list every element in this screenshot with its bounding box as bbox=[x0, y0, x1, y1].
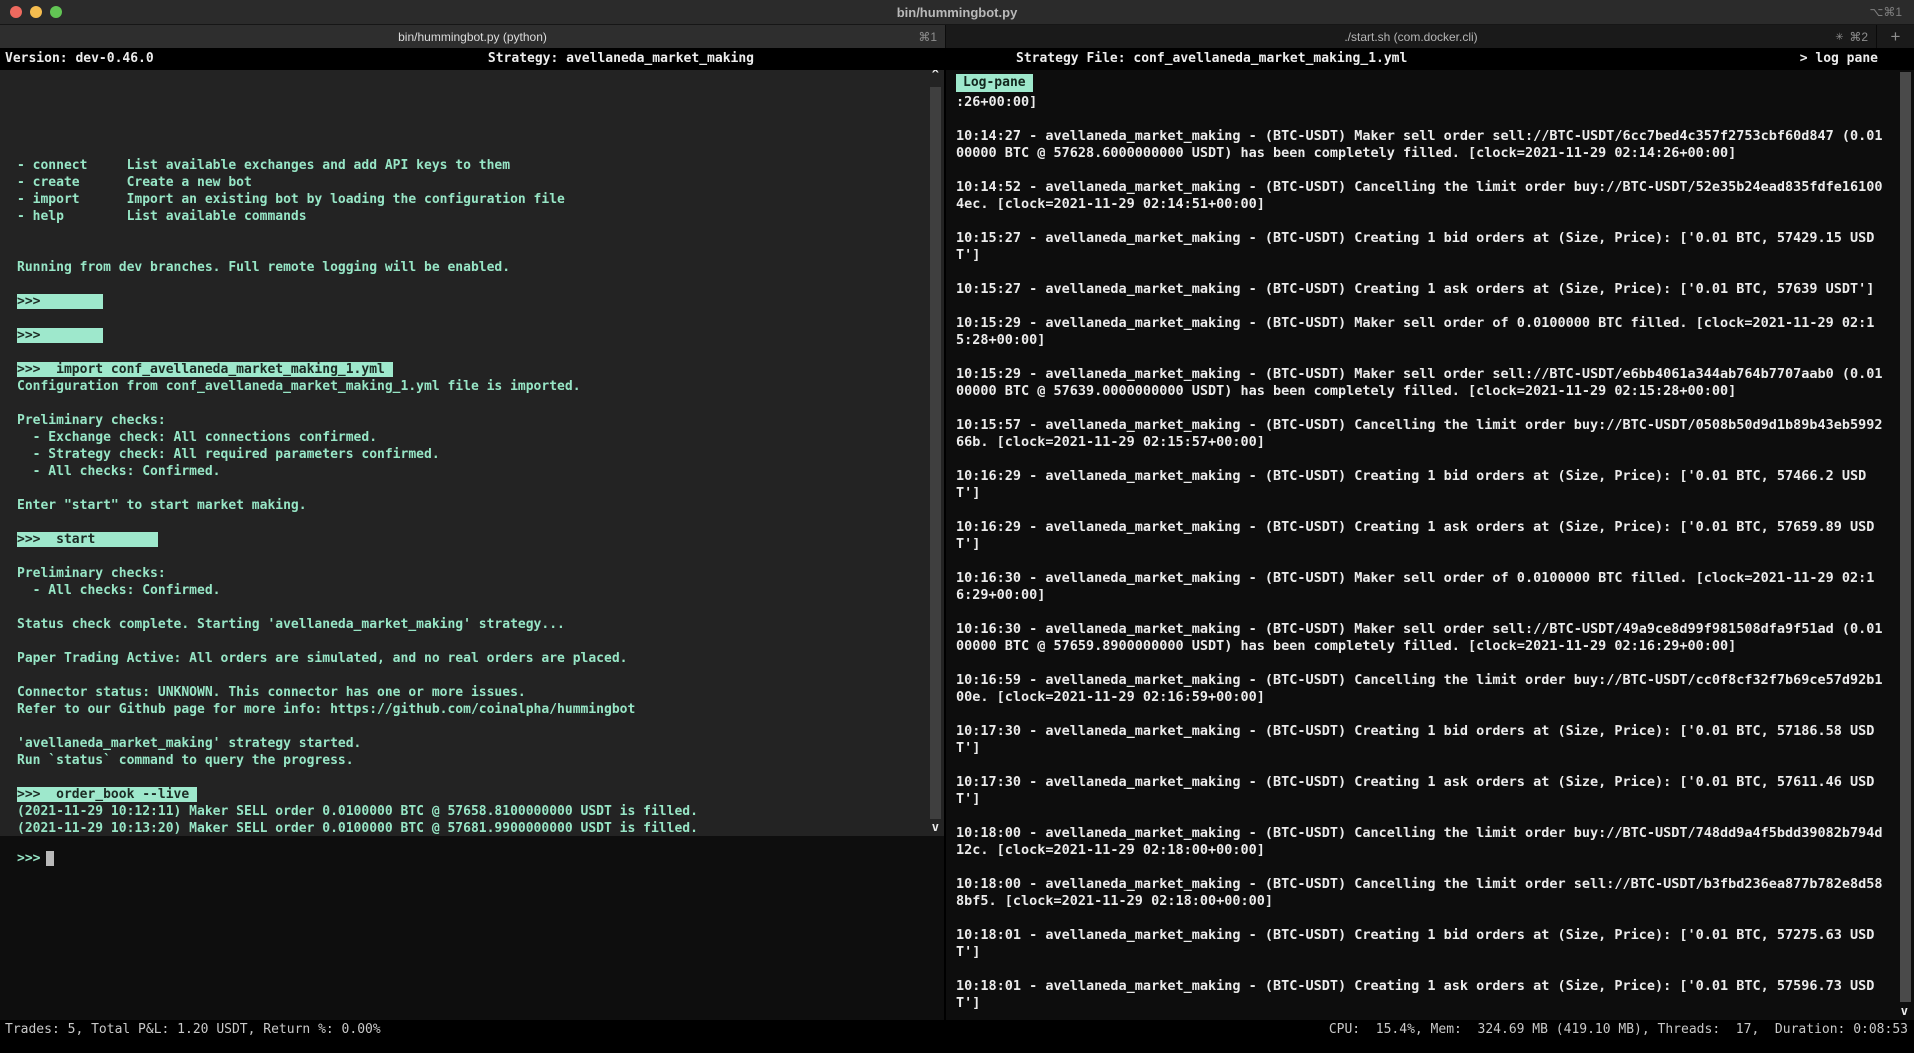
output-line: - Exchange check: All connections confir… bbox=[17, 429, 944, 446]
output-line: Refer to our Github page for more info: … bbox=[17, 701, 944, 718]
log-entries: 10:14:27 - avellaneda_market_making - (B… bbox=[956, 128, 1914, 1012]
log-entry: 10:14:52 - avellaneda_market_making - (B… bbox=[956, 179, 1886, 213]
output-line bbox=[17, 667, 944, 684]
output-line bbox=[17, 310, 944, 327]
tab-hummingbot[interactable]: bin/hummingbot.py (python) ⌘1 bbox=[0, 25, 946, 48]
output-line bbox=[17, 480, 944, 497]
output-line: 'avellaneda_market_making' strategy star… bbox=[17, 735, 944, 752]
hummingbot-cli-pane: Version: dev-0.46.0 Strategy: avellaneda… bbox=[0, 48, 946, 1053]
log-entry: 10:14:27 - avellaneda_market_making - (B… bbox=[956, 128, 1886, 162]
tab-docker-log[interactable]: ./start.sh (com.docker.cli) ✳ ⌘2 bbox=[946, 25, 1876, 48]
output-line bbox=[17, 548, 944, 565]
output-line: Status check complete. Starting 'avellan… bbox=[17, 616, 944, 633]
command-line: >>> import conf_avellaneda_market_making… bbox=[17, 361, 944, 378]
output-line: Preliminary checks: bbox=[17, 412, 944, 429]
output-line: Paper Trading Active: All orders are sim… bbox=[17, 650, 944, 667]
scroll-down-indicator[interactable]: v bbox=[1901, 1003, 1908, 1020]
output-line bbox=[17, 344, 944, 361]
output-line: (2021-11-29 10:13:20) Maker SELL order 0… bbox=[17, 820, 944, 836]
log-entry: 10:15:29 - avellaneda_market_making - (B… bbox=[956, 315, 1886, 349]
tab-bar: bin/hummingbot.py (python) ⌘1 ./start.sh… bbox=[0, 25, 1914, 48]
terminal-window: bin/hummingbot.py ⌥⌘1 bin/hummingbot.py … bbox=[0, 0, 1914, 1053]
output-line: - Strategy check: All required parameter… bbox=[17, 446, 944, 463]
right-pane-header: Strategy File: conf_avellaneda_market_ma… bbox=[946, 48, 1914, 70]
text-cursor bbox=[46, 851, 54, 866]
command-line: >>> bbox=[17, 327, 944, 344]
terminal-output[interactable]: ^ v - connect List available exchanges a… bbox=[0, 70, 944, 836]
output-line bbox=[17, 599, 944, 616]
cpu-status-bar: CPU: 15.4%, Mem: 324.69 MB (419.10 MB), … bbox=[946, 1020, 1914, 1042]
output-line: Connector status: UNKNOWN. This connecto… bbox=[17, 684, 944, 701]
output-line bbox=[17, 276, 944, 293]
log-entry: 10:17:30 - avellaneda_market_making - (B… bbox=[956, 723, 1886, 757]
command-input-area[interactable]: >>> bbox=[0, 836, 944, 1020]
output-line bbox=[17, 633, 944, 650]
log-entry: 10:16:30 - avellaneda_market_making - (B… bbox=[956, 621, 1886, 655]
log-entry: 10:16:30 - avellaneda_market_making - (B… bbox=[956, 570, 1886, 604]
output-line bbox=[17, 395, 944, 412]
output-line bbox=[17, 769, 944, 786]
output-line bbox=[17, 242, 944, 259]
log-entry: 10:15:27 - avellaneda_market_making - (B… bbox=[956, 281, 1886, 298]
strategy-file-label: Strategy File: conf_avellaneda_market_ma… bbox=[946, 48, 1407, 70]
log-pane-badge: Log-pane bbox=[956, 74, 1033, 92]
titlebar: bin/hummingbot.py ⌥⌘1 bbox=[0, 0, 1914, 25]
output-line: Enter "start" to start market making. bbox=[17, 497, 944, 514]
tab-label: ./start.sh (com.docker.cli) bbox=[946, 30, 1876, 44]
activity-spinner-icon: ✳ bbox=[1835, 30, 1843, 43]
log-entry: 10:18:01 - avellaneda_market_making - (B… bbox=[956, 927, 1886, 961]
output-line: Running from dev branches. Full remote l… bbox=[17, 259, 944, 276]
right-scrollbar[interactable] bbox=[1900, 72, 1911, 1002]
output-line: - connect List available exchanges and a… bbox=[17, 157, 944, 174]
log-entry: 10:15:29 - avellaneda_market_making - (B… bbox=[956, 366, 1886, 400]
trades-status-bar: Trades: 5, Total P&L: 1.20 USDT, Return … bbox=[0, 1020, 944, 1042]
log-entry: 10:18:00 - avellaneda_market_making - (B… bbox=[956, 876, 1886, 910]
new-tab-button[interactable]: + bbox=[1876, 25, 1914, 48]
command-line: >>> bbox=[17, 293, 944, 310]
output-line: - All checks: Confirmed. bbox=[17, 582, 944, 599]
log-entry: 10:18:00 - avellaneda_market_making - (B… bbox=[956, 825, 1886, 859]
window-title: bin/hummingbot.py bbox=[0, 5, 1914, 20]
tab-shortcut: ⌘2 bbox=[1849, 30, 1868, 44]
scroll-up-indicator[interactable]: ^ bbox=[932, 70, 939, 83]
output-line bbox=[17, 718, 944, 735]
output-line: - All checks: Confirmed. bbox=[17, 463, 944, 480]
strategy-label: Strategy: avellaneda_market_making bbox=[488, 48, 754, 70]
left-scrollbar[interactable] bbox=[930, 87, 941, 819]
scroll-down-indicator[interactable]: v bbox=[932, 819, 939, 836]
window-shortcut: ⌥⌘1 bbox=[1869, 5, 1902, 19]
output-line: Configuration from conf_avellaneda_marke… bbox=[17, 378, 944, 395]
output-line bbox=[17, 225, 944, 242]
log-pane-toggle[interactable]: > log pane bbox=[1800, 48, 1878, 70]
log-pane: Strategy File: conf_avellaneda_market_ma… bbox=[946, 48, 1914, 1053]
log-entry: 10:16:29 - avellaneda_market_making - (B… bbox=[956, 519, 1886, 553]
log-entry: 10:16:59 - avellaneda_market_making - (B… bbox=[956, 672, 1886, 706]
log-output[interactable]: Log-pane :26+00:00] 10:14:27 - avellaned… bbox=[946, 70, 1914, 1020]
output-line bbox=[17, 514, 944, 531]
log-entry: 10:18:01 - avellaneda_market_making - (B… bbox=[956, 978, 1886, 1012]
split-panes: Version: dev-0.46.0 Strategy: avellaneda… bbox=[0, 48, 1914, 1053]
log-entry: 10:15:27 - avellaneda_market_making - (B… bbox=[956, 230, 1886, 264]
tab-shortcut: ⌘1 bbox=[918, 30, 937, 44]
log-overflow-line: :26+00:00] bbox=[956, 94, 1914, 111]
output-line: (2021-11-29 10:12:11) Maker SELL order 0… bbox=[17, 803, 944, 820]
output-line: - help List available commands bbox=[17, 208, 944, 225]
input-prompt: >>> bbox=[17, 851, 40, 866]
version-label: Version: dev-0.46.0 bbox=[0, 48, 154, 70]
command-line: >>> start bbox=[17, 531, 944, 548]
log-entry: 10:17:30 - avellaneda_market_making - (B… bbox=[956, 774, 1886, 808]
tab-label: bin/hummingbot.py (python) bbox=[0, 30, 945, 44]
log-entry: 10:16:29 - avellaneda_market_making - (B… bbox=[956, 468, 1886, 502]
output-line: - import Import an existing bot by loadi… bbox=[17, 191, 944, 208]
output-line: - create Create a new bot bbox=[17, 174, 944, 191]
left-pane-header: Version: dev-0.46.0 Strategy: avellaneda… bbox=[0, 48, 944, 70]
log-entry: 10:15:57 - avellaneda_market_making - (B… bbox=[956, 417, 1886, 451]
output-line: Preliminary checks: bbox=[17, 565, 944, 582]
output-line: Run `status` command to query the progre… bbox=[17, 752, 944, 769]
command-line: >>> order_book --live bbox=[17, 786, 944, 803]
